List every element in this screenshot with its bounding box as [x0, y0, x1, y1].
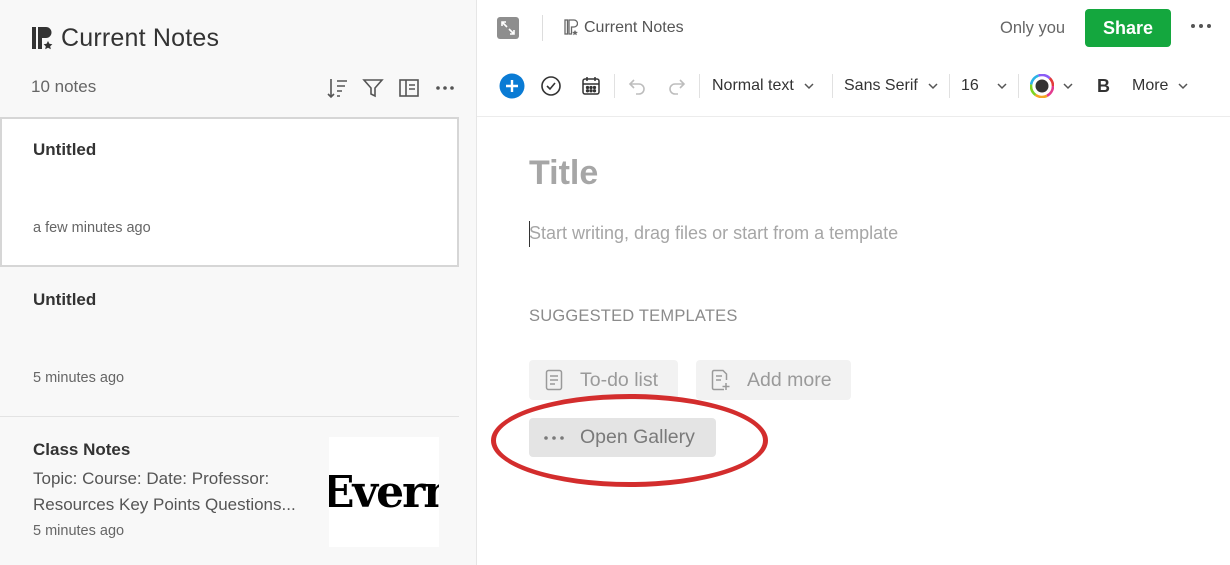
- expand-icon: [501, 21, 515, 35]
- sharing-status[interactable]: Only you: [1000, 19, 1065, 38]
- toolbar-divider: [614, 74, 615, 98]
- chevron-down-icon: [1178, 83, 1188, 90]
- sort-button[interactable]: [324, 75, 350, 101]
- template-todo-list-button[interactable]: To-do list: [529, 360, 678, 400]
- note-list-header: Current Notes 10 notes: [0, 0, 476, 117]
- note-card-class-notes[interactable]: Class Notes Topic: Course: Date: Profess…: [0, 417, 459, 565]
- filter-button[interactable]: [360, 75, 386, 101]
- editor-topbar: Current Notes Only you Share: [477, 0, 1230, 57]
- more-icon: [1191, 24, 1211, 28]
- redo-button[interactable]: [667, 72, 687, 100]
- template-label: Add more: [747, 368, 832, 391]
- note-count: 10 notes: [31, 77, 97, 96]
- calendar-icon: [582, 77, 600, 95]
- template-add-more-button[interactable]: Add more: [696, 360, 851, 400]
- view-options-icon: [399, 79, 419, 97]
- text-style-value: Normal text: [712, 77, 794, 94]
- note-title: Untitled: [33, 290, 97, 309]
- note-snippet-line: Topic: Course: Date: Professor:: [33, 469, 270, 488]
- chevron-down-icon: [1063, 83, 1073, 90]
- more-button[interactable]: [432, 75, 458, 101]
- note-more-button[interactable]: [1189, 14, 1213, 38]
- toolbar-divider: [949, 74, 950, 98]
- color-wheel-icon: [1030, 74, 1054, 98]
- view-options-button[interactable]: [396, 75, 422, 101]
- chevron-down-icon: [804, 83, 814, 90]
- formatting-toolbar: Normal text Sans Serif 16 B More: [477, 64, 1230, 108]
- more-icon: [543, 435, 565, 441]
- note-card-untitled-1[interactable]: Untitled a few minutes ago: [0, 117, 459, 267]
- chevron-down-icon: [997, 83, 1007, 90]
- topbar-divider: [542, 15, 543, 41]
- note-thumbnail-text: Evern: [329, 466, 439, 518]
- sort-icon: [327, 79, 347, 99]
- more-formatting-dropdown[interactable]: More: [1132, 72, 1188, 100]
- font-size-dropdown[interactable]: 16: [961, 72, 1007, 100]
- text-color-dropdown[interactable]: [1030, 72, 1073, 100]
- undo-button[interactable]: [627, 72, 647, 100]
- check-circle-icon: [541, 76, 561, 96]
- insert-button[interactable]: [499, 72, 525, 100]
- plus-circle-icon: [499, 73, 525, 99]
- note-list-pane: Current Notes 10 notes Untitled a few mi…: [0, 0, 477, 565]
- add-template-icon: [710, 369, 732, 391]
- note-card-untitled-2[interactable]: Untitled 5 minutes ago: [0, 267, 459, 417]
- chevron-down-icon: [928, 83, 938, 90]
- more-icon: [436, 86, 454, 90]
- font-family-dropdown[interactable]: Sans Serif: [844, 72, 938, 100]
- text-style-dropdown[interactable]: Normal text: [712, 72, 814, 100]
- font-size-value: 16: [961, 77, 979, 94]
- notebook-icon: [32, 27, 53, 50]
- bold-label: B: [1097, 75, 1110, 96]
- note-title: Untitled: [33, 140, 97, 159]
- breadcrumb-notebook[interactable]: Current Notes: [584, 19, 684, 37]
- note-title: Class Notes: [33, 440, 131, 459]
- open-gallery-label: Open Gallery: [580, 426, 695, 448]
- toolbar-divider: [1018, 74, 1019, 98]
- toolbar-divider: [699, 74, 700, 98]
- undo-icon: [628, 79, 645, 95]
- note-list-title: Current Notes: [61, 24, 220, 52]
- calendar-button[interactable]: [581, 72, 601, 100]
- open-gallery-button[interactable]: Open Gallery: [529, 418, 716, 457]
- toolbar-divider: [832, 74, 833, 98]
- notebook-icon: [564, 19, 578, 36]
- template-label: To-do list: [580, 368, 659, 391]
- suggested-templates-heading: SUGGESTED TEMPLATES: [529, 307, 738, 325]
- note-timestamp: 5 minutes ago: [33, 523, 125, 539]
- redo-icon: [669, 79, 686, 95]
- toolbar-divider-line: [477, 116, 1230, 117]
- note-body-input[interactable]: Start writing, drag files or start from …: [529, 223, 898, 244]
- more-formatting-label: More: [1132, 77, 1169, 94]
- document-icon: [543, 369, 565, 391]
- note-snippet-line: Resources Key Points Questions...: [33, 495, 296, 514]
- font-family-value: Sans Serif: [844, 77, 918, 94]
- note-timestamp: a few minutes ago: [33, 220, 151, 236]
- note-title-input[interactable]: Title: [529, 154, 598, 193]
- note-snippet: Topic: Course: Date: Professor: Resource…: [33, 466, 303, 518]
- filter-icon: [362, 79, 384, 98]
- expand-button[interactable]: [497, 17, 519, 39]
- note-timestamp: 5 minutes ago: [33, 370, 125, 386]
- share-button[interactable]: Share: [1085, 9, 1171, 47]
- note-thumbnail: Evern: [329, 437, 439, 547]
- checklist-button[interactable]: [540, 72, 562, 100]
- note-editor: Current Notes Only you Share Normal text…: [477, 0, 1230, 565]
- bold-button[interactable]: B: [1097, 72, 1110, 100]
